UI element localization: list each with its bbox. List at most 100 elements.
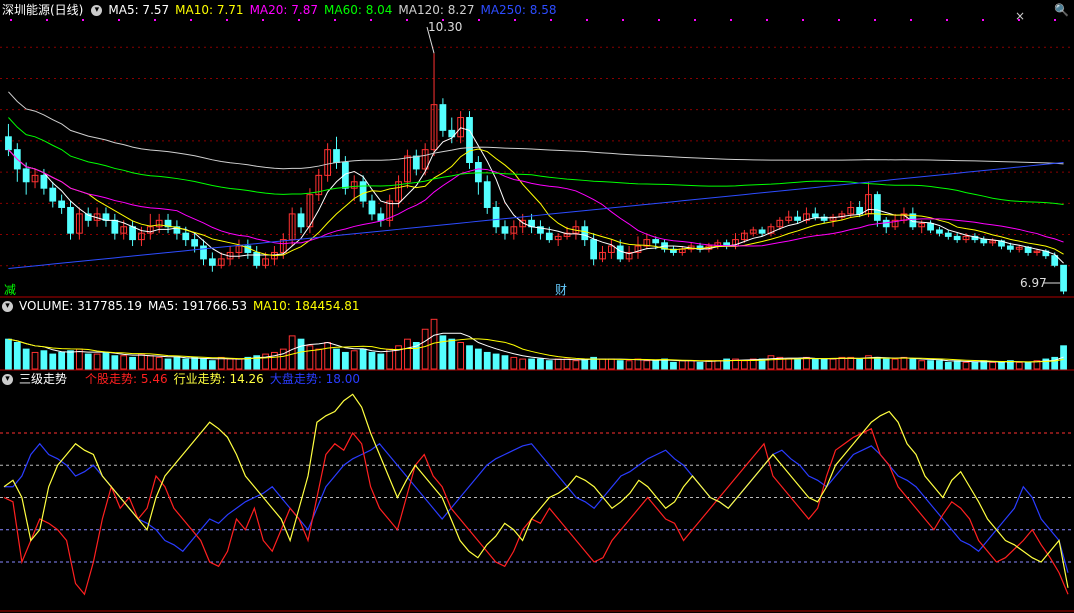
volume-bar (279, 348, 287, 370)
dot-marker (946, 19, 948, 21)
volume-bar (891, 358, 899, 370)
volume-bar (448, 338, 456, 370)
volume-bar (678, 360, 686, 370)
volume-bar (705, 360, 713, 370)
volume-bar (545, 360, 553, 370)
volume-bar (616, 360, 624, 370)
volume-bar (599, 358, 606, 370)
dot-marker (514, 19, 516, 21)
volume-chart (5, 318, 1067, 370)
candle-body (40, 174, 48, 189)
candle-body (191, 239, 199, 247)
dot-marker (10, 19, 12, 21)
volume-bar (918, 360, 926, 370)
volume-bar (58, 351, 66, 370)
volume-bar (22, 348, 30, 370)
candle-body (882, 219, 890, 228)
volume-bar (75, 348, 83, 370)
volume-bar (785, 358, 793, 370)
candle-body (980, 239, 988, 244)
dot-marker (46, 19, 48, 21)
volume-bar (944, 361, 952, 370)
volume-bar (537, 358, 544, 370)
dot-marker (982, 19, 984, 21)
volume-bar (882, 358, 890, 370)
volume-bar (49, 353, 57, 370)
candle-body (49, 187, 57, 202)
volume-bar (554, 358, 562, 370)
low-price-label: 6.97 (1020, 276, 1047, 290)
candle-body (616, 245, 624, 260)
volume-bar (84, 353, 92, 370)
dot-marker (622, 19, 624, 21)
candle-body (200, 245, 207, 260)
market-trend-line (4, 442, 1069, 573)
dot-marker (766, 19, 768, 21)
chart-canvas: 10.30 6.97 减 财 (0, 19, 1074, 612)
volume-bar (811, 358, 819, 370)
dot-marker (730, 19, 732, 21)
volume-bar (953, 360, 961, 370)
candle-body (652, 239, 660, 244)
volume-bar (829, 358, 837, 370)
candle-body (22, 168, 30, 183)
volume-bar (341, 351, 349, 370)
volume-bar (820, 358, 828, 370)
volume-bar (643, 360, 651, 370)
candle-body (129, 226, 136, 241)
volume-bar (297, 338, 305, 370)
volume-bar (120, 355, 128, 370)
volume-bar (927, 360, 934, 370)
volume-bar (173, 356, 181, 370)
volume-bar (572, 360, 580, 370)
volume-bar (182, 358, 190, 370)
dot-marker (1018, 19, 1020, 21)
volume-bar (386, 348, 394, 370)
volume-bar (838, 356, 846, 370)
volume-bar (138, 353, 145, 370)
volume-bar (333, 348, 340, 370)
volume-bar (483, 351, 491, 370)
candle-body (466, 117, 473, 163)
volume-bar (962, 361, 970, 370)
volume-bar (235, 358, 243, 370)
dot-marker (118, 19, 120, 21)
volume-bar (714, 360, 722, 370)
ma120-line (8, 91, 1064, 170)
candle-body (474, 162, 482, 183)
candle-body (58, 200, 66, 208)
stock-trend-line (3, 427, 1069, 596)
marker-mid: 财 (555, 283, 567, 297)
volume-bar (191, 356, 199, 370)
candle-body (412, 155, 420, 170)
volume-bar (652, 360, 660, 370)
dot-marker (190, 19, 192, 21)
dot-marker (478, 19, 480, 21)
volume-bar (226, 358, 234, 370)
volume-bar (900, 356, 908, 370)
volume-bar (102, 351, 110, 370)
volume-bar (767, 355, 775, 370)
candlestick-chart (5, 26, 1067, 295)
volume-bar (794, 358, 801, 370)
industry-trend-line (3, 393, 1069, 588)
volume-bar (457, 342, 465, 370)
volume-bar (519, 358, 527, 370)
candle-body (368, 200, 376, 215)
candle-body (1006, 245, 1014, 250)
volume-bar (971, 361, 979, 370)
dot-marker (586, 19, 588, 21)
volume-bar (359, 348, 367, 370)
candle-body (927, 223, 934, 231)
volume-bar (129, 356, 136, 370)
volume-bar (13, 342, 21, 370)
volume-bar (989, 361, 997, 370)
dot-marker (154, 19, 156, 21)
volume-ma10-line (8, 338, 1064, 363)
volume-bar (670, 361, 677, 370)
volume-bar (856, 358, 864, 370)
volume-bar (146, 355, 154, 370)
ma5-line (8, 127, 1064, 264)
volume-bar (350, 350, 358, 370)
volume-bar (306, 345, 314, 370)
